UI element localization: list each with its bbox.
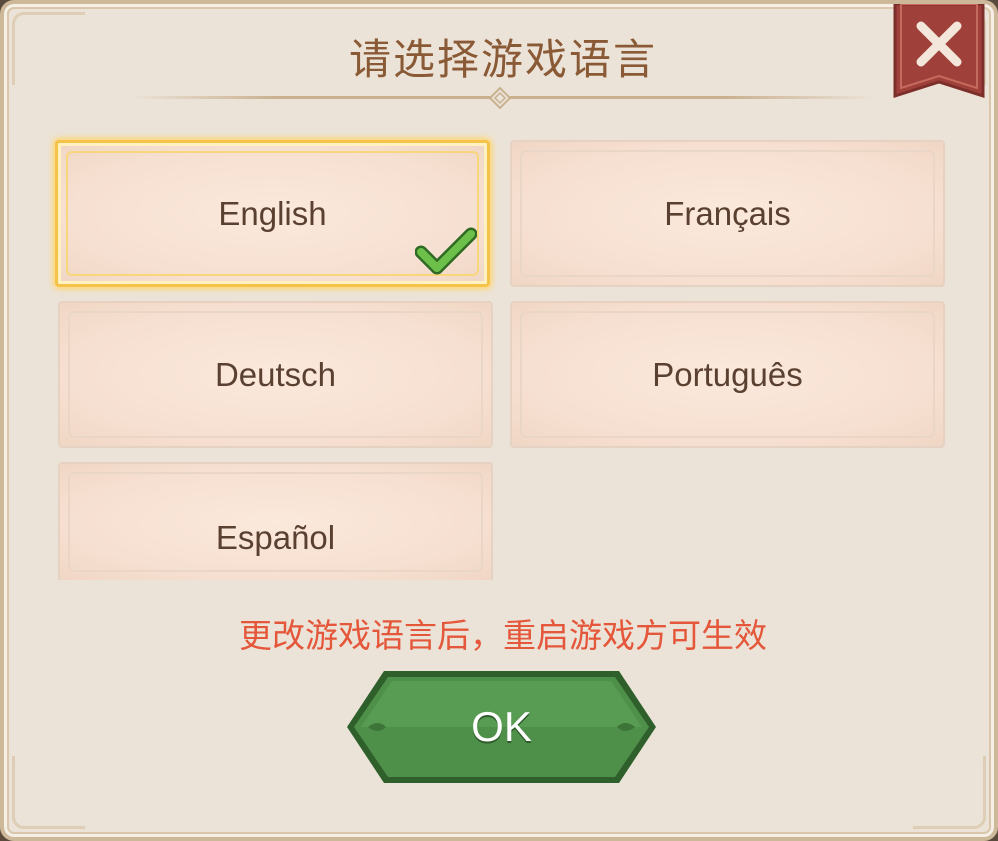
checkmark-icon <box>415 227 477 275</box>
language-label: Português <box>652 355 803 393</box>
language-option-francais[interactable]: Français <box>510 140 945 287</box>
corner-ornament <box>913 756 986 829</box>
ok-button-shape <box>347 671 656 783</box>
language-option-deutsch[interactable]: Deutsch <box>58 301 493 448</box>
close-icon <box>893 4 985 99</box>
dialog-title: 请选择游戏语言 <box>348 35 657 84</box>
corner-ornament <box>12 756 85 829</box>
language-option-espanol[interactable]: Español <box>58 462 493 580</box>
language-dialog: 请选择游戏语言 English Français Deutsch Portugu… <box>0 0 998 841</box>
language-option-portugues[interactable]: Português <box>510 301 945 448</box>
diamond-ornament-icon <box>488 86 512 110</box>
close-button[interactable] <box>893 4 985 104</box>
language-label: Deutsch <box>214 355 337 393</box>
restart-notice: 更改游戏语言后，重启游戏方可生效 <box>239 616 767 655</box>
ok-button[interactable]: OK <box>344 668 659 786</box>
language-option-english[interactable]: English <box>55 140 490 287</box>
language-label: Español <box>215 519 336 556</box>
language-label: Français <box>664 194 791 232</box>
